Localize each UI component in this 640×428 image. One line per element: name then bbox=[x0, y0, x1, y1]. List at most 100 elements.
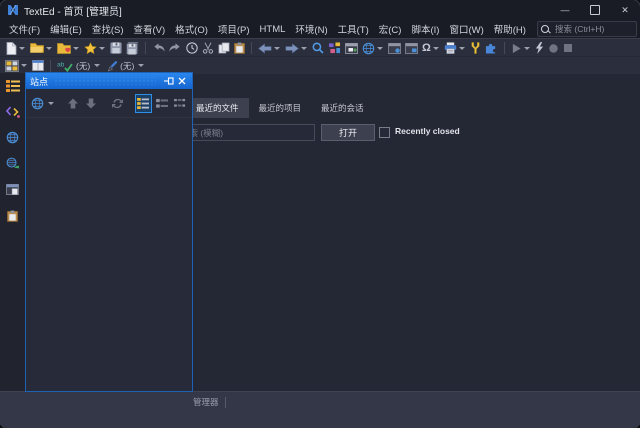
menu-html[interactable]: HTML bbox=[255, 22, 291, 37]
menu-tools[interactable]: 工具(T) bbox=[333, 20, 374, 38]
snippets-button[interactable] bbox=[326, 40, 343, 56]
redo-button[interactable] bbox=[167, 40, 184, 56]
maximize-button[interactable] bbox=[580, 0, 610, 20]
clipboard-panel-tab[interactable] bbox=[4, 208, 21, 223]
bookmark-dropdown-icon[interactable] bbox=[99, 47, 105, 50]
run-button[interactable] bbox=[509, 40, 533, 56]
menu-macro[interactable]: 宏(C) bbox=[374, 20, 407, 38]
open-folder-dropdown-icon[interactable] bbox=[46, 47, 52, 50]
tab-recent-sessions[interactable]: 最近的会话 bbox=[311, 98, 374, 118]
new-file-dropdown-icon[interactable] bbox=[19, 47, 25, 50]
print-button[interactable] bbox=[442, 40, 468, 56]
site-panel-tab[interactable] bbox=[4, 78, 21, 93]
special-chars-button[interactable]: Ω bbox=[420, 40, 442, 56]
recent-files-search-input[interactable] bbox=[176, 124, 315, 141]
tab-recent-files[interactable]: 最近的文件 bbox=[186, 98, 249, 118]
site-panel-titlebar[interactable]: 站点 bbox=[26, 73, 192, 89]
menu-format[interactable]: 格式(O) bbox=[170, 20, 213, 38]
highlight-dropdown-icon[interactable] bbox=[138, 64, 144, 67]
menu-help[interactable]: 帮助(H) bbox=[489, 20, 531, 38]
spellcheck-dropdown-icon[interactable] bbox=[94, 64, 100, 67]
ftp-sync-panel-tab[interactable] bbox=[4, 156, 21, 171]
capture-region-button[interactable] bbox=[403, 40, 420, 56]
browser-globe-button[interactable] bbox=[360, 40, 386, 56]
redo-icon bbox=[169, 42, 182, 54]
menu-edit[interactable]: 编辑(E) bbox=[45, 20, 87, 38]
tools-button[interactable] bbox=[468, 40, 483, 56]
forward-dropdown-icon[interactable] bbox=[301, 47, 307, 50]
special-chars-dropdown-icon[interactable] bbox=[433, 47, 439, 50]
capture-region-icon bbox=[405, 43, 418, 54]
cut-button[interactable] bbox=[200, 40, 216, 56]
save-button[interactable] bbox=[108, 40, 124, 56]
navigate-forward-button[interactable] bbox=[283, 40, 310, 56]
statusbar: 管理器 bbox=[0, 391, 640, 428]
record-button[interactable] bbox=[546, 40, 561, 56]
recently-closed-label: Recently closed bbox=[395, 126, 460, 136]
minimize-button[interactable]: — bbox=[550, 0, 580, 20]
snippets-panel-tab[interactable] bbox=[4, 104, 21, 119]
site-globe-dropdown-icon[interactable] bbox=[48, 102, 54, 105]
panel-grip[interactable] bbox=[54, 77, 156, 85]
find-button[interactable] bbox=[310, 40, 326, 56]
history-button[interactable] bbox=[184, 40, 200, 56]
open-folder-button[interactable] bbox=[28, 40, 55, 56]
print-dropdown-icon[interactable] bbox=[459, 47, 465, 50]
close-icon bbox=[178, 77, 186, 85]
plugins-button[interactable] bbox=[483, 40, 500, 56]
layout-dropdown-icon[interactable] bbox=[21, 64, 27, 67]
search-icon bbox=[541, 25, 550, 34]
navigate-back-button[interactable] bbox=[256, 40, 283, 56]
documents-panel-tab[interactable] bbox=[4, 182, 21, 197]
global-search-box[interactable] bbox=[537, 21, 637, 37]
menu-project[interactable]: 项目(P) bbox=[213, 20, 255, 38]
menu-file[interactable]: 文件(F) bbox=[4, 20, 45, 38]
site-globe-button[interactable] bbox=[29, 94, 46, 113]
titlebar: TextEd - 首页 [管理员] — ✕ bbox=[0, 0, 640, 20]
new-file-button[interactable] bbox=[3, 40, 28, 56]
quick-run-button[interactable] bbox=[533, 40, 546, 56]
paste-button[interactable] bbox=[232, 40, 247, 56]
panel-close-button[interactable] bbox=[175, 75, 188, 87]
undo-button[interactable] bbox=[150, 40, 167, 56]
stop-button[interactable] bbox=[561, 40, 575, 56]
spellcheck-abc-icon: ab bbox=[57, 60, 73, 72]
bookmark-star-button[interactable] bbox=[82, 40, 108, 56]
tab-recent-projects[interactable]: 最近的项目 bbox=[249, 98, 312, 118]
capture-window-icon bbox=[388, 43, 401, 54]
manager-dock-tab[interactable]: 管理器 bbox=[193, 396, 226, 408]
highlight-value: (无) bbox=[120, 60, 134, 72]
view-list-button[interactable] bbox=[153, 94, 170, 113]
recently-closed-checkbox[interactable] bbox=[379, 127, 390, 138]
menu-view[interactable]: 查看(V) bbox=[128, 20, 170, 38]
close-button[interactable]: ✕ bbox=[610, 0, 640, 20]
omega-icon: Ω bbox=[422, 42, 431, 54]
arrow-up-icon bbox=[67, 98, 79, 109]
globe-dropdown-icon[interactable] bbox=[377, 47, 383, 50]
copy-icon bbox=[218, 42, 230, 54]
layout-grid-icon bbox=[5, 60, 19, 72]
copy-button[interactable] bbox=[216, 40, 232, 56]
view-compact-button[interactable] bbox=[172, 94, 189, 113]
move-down-button[interactable] bbox=[82, 94, 99, 113]
move-up-button[interactable] bbox=[64, 94, 81, 113]
favorites-folder-button[interactable] bbox=[55, 40, 82, 56]
save-all-button[interactable] bbox=[124, 40, 141, 56]
new-window-button[interactable] bbox=[343, 40, 360, 56]
global-search-input[interactable] bbox=[553, 23, 633, 35]
menu-window[interactable]: 窗口(W) bbox=[444, 20, 488, 38]
view-detailed-list-button[interactable] bbox=[135, 94, 153, 113]
menu-search[interactable]: 查找(S) bbox=[87, 20, 129, 38]
browser-panel-tab[interactable] bbox=[4, 130, 21, 145]
open-button[interactable]: 打开 bbox=[321, 124, 375, 141]
refresh-icon bbox=[111, 97, 124, 110]
panel-pin-button[interactable] bbox=[162, 75, 175, 87]
capture-window-button[interactable] bbox=[386, 40, 403, 56]
favorites-dropdown-icon[interactable] bbox=[73, 47, 79, 50]
menu-environment[interactable]: 环境(N) bbox=[290, 20, 332, 38]
run-dropdown-icon[interactable] bbox=[524, 47, 530, 50]
back-dropdown-icon[interactable] bbox=[274, 47, 280, 50]
refresh-button[interactable] bbox=[109, 94, 126, 113]
new-window-icon bbox=[345, 43, 358, 54]
menu-script[interactable]: 脚本(I) bbox=[406, 20, 444, 38]
